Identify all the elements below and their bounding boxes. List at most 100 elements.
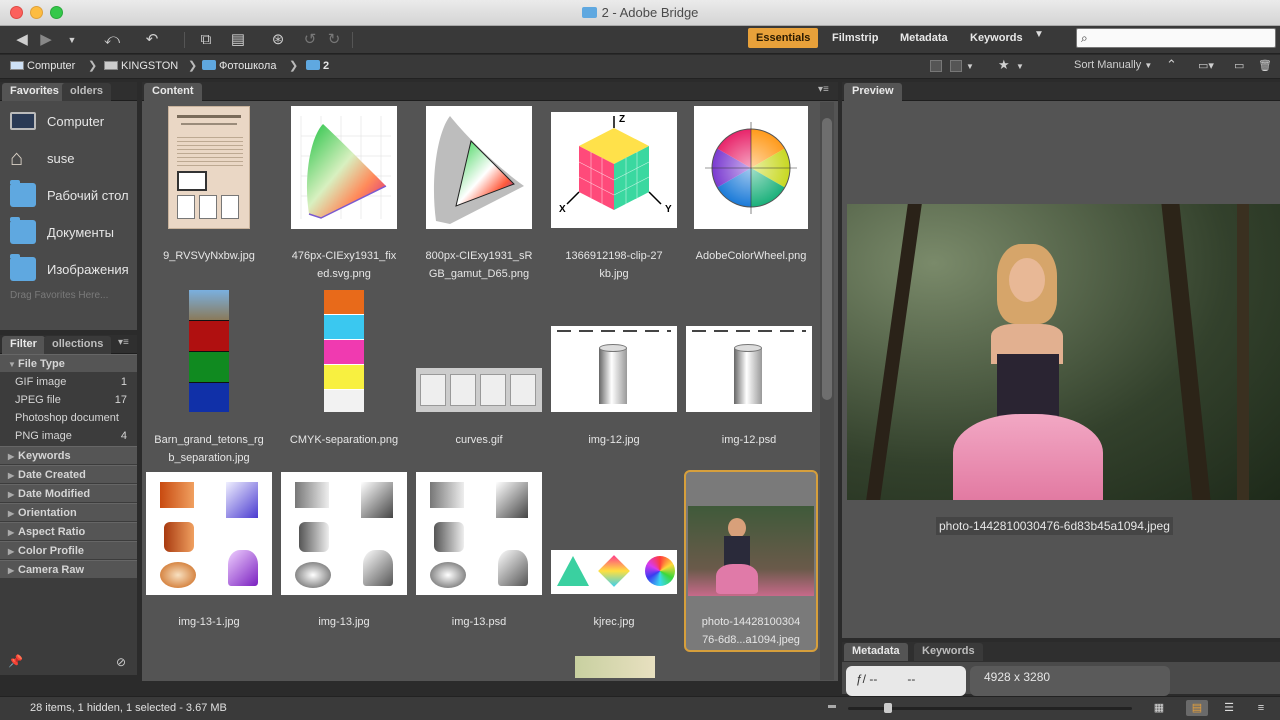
- rating-dropdown-icon[interactable]: ▼: [1016, 62, 1024, 78]
- breadcrumb-2[interactable]: 2: [306, 60, 329, 72]
- thumbnail-item[interactable]: img-12.jpg: [551, 288, 677, 468]
- thumbnail-item[interactable]: img-13.jpg: [281, 472, 407, 652]
- open-recent-icon[interactable]: ▭▾: [1198, 59, 1214, 75]
- srgb-gamut-icon: [433, 116, 524, 224]
- filter-date-created-header[interactable]: ▶ Date Created: [0, 465, 137, 483]
- thumbnail-caption: img-13.jpg: [281, 613, 407, 631]
- sort-dropdown[interactable]: Sort Manually ▼: [1074, 59, 1152, 75]
- thumbnail-item[interactable]: Barn_grand_tetons_rg b_separation.jpg: [146, 288, 272, 468]
- thumbnail-item[interactable]: AdobeColorWheel.png: [688, 104, 814, 284]
- filter-color-profile-header[interactable]: ▶ Color Profile: [0, 541, 137, 559]
- thumbnail-quality-icon[interactable]: [950, 60, 962, 72]
- workspace-essentials[interactable]: Essentials: [748, 28, 819, 48]
- boomerang-icon[interactable]: ↶: [142, 31, 162, 49]
- rotate-left-icon[interactable]: ↺: [300, 31, 320, 49]
- thumbnail-image: [324, 290, 364, 412]
- thumbnail-item[interactable]: curves.gif: [416, 288, 542, 468]
- clear-filter-icon[interactable]: ⊘: [116, 655, 126, 669]
- breadcrumb-computer[interactable]: Computer: [10, 60, 75, 72]
- favorite-desktop[interactable]: Рабочий стол: [10, 180, 137, 211]
- thumbnail-size-slider-knob[interactable]: [884, 703, 892, 713]
- filter-date-modified-header[interactable]: ▶ Date Modified: [0, 484, 137, 502]
- filter-row-count: 1: [120, 376, 127, 388]
- thumbnail-item[interactable]: Z X Y 1366912198-clip-27 kb.jpg: [551, 104, 677, 284]
- tab-preview[interactable]: Preview: [844, 83, 902, 101]
- preview-image[interactable]: [847, 204, 1280, 500]
- pin-icon[interactable]: 📌: [8, 654, 23, 668]
- thumbnail-item[interactable]: img-12.psd: [686, 288, 812, 468]
- tab-content[interactable]: Content: [144, 83, 202, 101]
- filter-camera-raw-header[interactable]: ▶ Camera Raw: [0, 560, 137, 578]
- workspace-menu-icon[interactable]: ▼: [1034, 29, 1046, 40]
- caption-line: curves.gif: [455, 434, 503, 446]
- return-to-photoshop-icon[interactable]: ⤺: [102, 31, 122, 49]
- recent-dropdown-icon[interactable]: ▼: [62, 31, 82, 49]
- view-grid-icon[interactable]: ▦: [1148, 700, 1170, 716]
- filter-row-png[interactable]: PNG image 4: [0, 427, 137, 445]
- thumbnail-partial[interactable]: [575, 656, 655, 678]
- tab-favorites[interactable]: Favorites: [2, 83, 67, 101]
- filter-keywords-header[interactable]: ▶ Keywords: [0, 446, 137, 464]
- filter-row-psd[interactable]: Photoshop document: [0, 409, 137, 427]
- zoom-out-icon[interactable]: [828, 705, 836, 708]
- toolbar: ◀ ▶ ▼ ⤺ ↶ ⧉ ▤ ⊛ ↺ ↻ Essentials Filmstrip…: [0, 26, 1280, 54]
- camera-import-icon[interactable]: ⧉: [196, 31, 216, 49]
- triangle-right-icon: ▶: [8, 547, 15, 556]
- back-icon[interactable]: ◀: [12, 31, 32, 49]
- favorite-suse[interactable]: ⌂ suse: [10, 144, 137, 174]
- panel-menu-icon[interactable]: ▾≡: [818, 84, 829, 95]
- workspace-metadata[interactable]: Metadata: [892, 28, 956, 48]
- view-list-icon[interactable]: ≡: [1250, 700, 1272, 716]
- computer-icon: [10, 61, 24, 70]
- filter-row-jpeg[interactable]: JPEG file 17: [0, 391, 137, 409]
- thumbnail-item[interactable]: 476px-CIExy1931_fix ed.svg.png: [281, 104, 407, 284]
- filter-aspect-ratio-header[interactable]: ▶ Aspect Ratio: [0, 522, 137, 540]
- search-input[interactable]: ⌕: [1076, 28, 1276, 48]
- breadcrumb-photoschool[interactable]: Фотошкола: [202, 60, 276, 72]
- rotate-right-icon[interactable]: ↻: [324, 31, 344, 49]
- tab-folders[interactable]: olders: [62, 83, 112, 101]
- star-icon[interactable]: ★: [998, 57, 1010, 73]
- favorite-documents[interactable]: Документы: [10, 217, 137, 248]
- content-scrollbar-thumb[interactable]: [822, 118, 832, 400]
- tab-keywords[interactable]: Keywords: [914, 643, 983, 661]
- thumbnail-item[interactable]: 9_RVSVyNxbw.jpg: [146, 104, 272, 284]
- tab-filter[interactable]: Filter: [2, 336, 45, 354]
- refine-icon[interactable]: ▤: [228, 31, 248, 49]
- caption-line: kb.jpg: [599, 268, 629, 280]
- panel-menu-icon[interactable]: ▾≡: [118, 337, 129, 348]
- view-thumbnails-icon[interactable]: ▤: [1186, 700, 1208, 716]
- tab-metadata[interactable]: Metadata: [844, 643, 908, 661]
- thumbnail-image: [686, 326, 812, 412]
- thumbnail-item[interactable]: img-13.psd: [416, 472, 542, 652]
- open-in-camera-raw-icon[interactable]: ⊛: [268, 31, 288, 49]
- svg-text:X: X: [559, 204, 566, 215]
- workspace-keywords[interactable]: Keywords: [962, 28, 1031, 48]
- trash-icon[interactable]: 🗑: [1258, 59, 1272, 75]
- thumbnail-caption: img-12.psd: [686, 431, 812, 449]
- triangle-right-icon: ▶: [8, 452, 15, 461]
- quality-icon[interactable]: [930, 60, 942, 72]
- breadcrumb-kingston[interactable]: KINGSTON: [104, 60, 178, 72]
- filter-row-gif[interactable]: GIF image 1: [0, 373, 137, 391]
- sort-ascending-icon[interactable]: ⌃: [1166, 57, 1177, 73]
- favorite-computer[interactable]: Computer: [10, 107, 137, 137]
- thumbnail-caption: 1366912198-clip-27 kb.jpg: [551, 247, 677, 283]
- forward-icon[interactable]: ▶: [36, 31, 56, 49]
- new-folder-icon[interactable]: ▭: [1234, 59, 1244, 75]
- thumbnail-item[interactable]: CMYK-separation.png: [281, 288, 407, 468]
- favorite-pictures[interactable]: Изображения: [10, 254, 137, 285]
- view-details-icon[interactable]: ☰: [1218, 700, 1240, 716]
- workspace-filmstrip[interactable]: Filmstrip: [824, 28, 886, 48]
- filter-orientation-header[interactable]: ▶ Orientation: [0, 503, 137, 521]
- quality-dropdown-icon[interactable]: ▼: [966, 62, 974, 78]
- thumbnail-item[interactable]: img-13-1.jpg: [146, 472, 272, 652]
- thumbnail-item-selected[interactable]: photo-14428100304 76-6d8...a1094.jpeg: [684, 470, 818, 652]
- caption-line: AdobeColorWheel.png: [695, 250, 807, 262]
- caption-line: 1366912198-clip-27: [565, 250, 663, 262]
- thumbnail-item[interactable]: 800px-CIExy1931_sR GB_gamut_D65.png: [416, 104, 542, 284]
- thumbnail-item[interactable]: kjrec.jpg: [551, 472, 677, 652]
- tab-collections[interactable]: ollections: [44, 336, 112, 354]
- filter-file-type-header[interactable]: ▼ File Type: [0, 354, 137, 372]
- metadata-placard: ƒ/ -- --: [846, 666, 966, 696]
